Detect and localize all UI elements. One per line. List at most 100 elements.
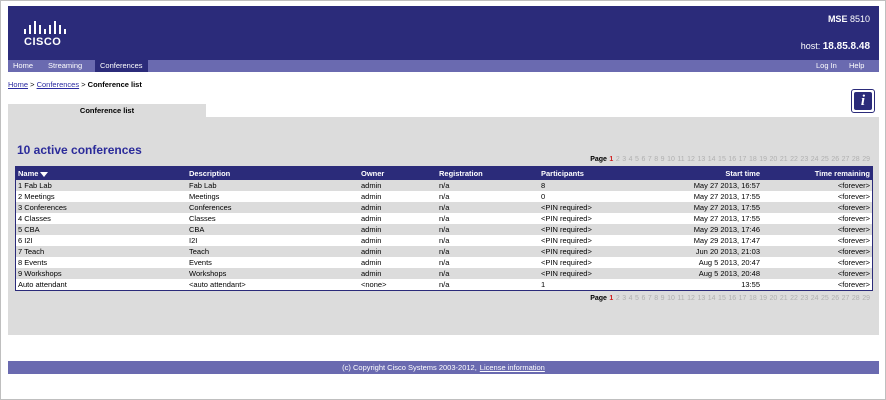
cell-name[interactable]: 6 I2I <box>18 235 33 246</box>
pager-page-link[interactable]: 29 <box>862 295 870 302</box>
pager-page-link[interactable]: 27 <box>842 156 850 163</box>
pager-page-link[interactable]: 21 <box>780 156 788 163</box>
pager-page-link[interactable]: 3 <box>622 156 626 163</box>
column-header-owner[interactable]: Owner <box>361 167 384 180</box>
pager-page-link[interactable]: 15 <box>718 295 726 302</box>
info-icon[interactable]: i <box>851 89 875 113</box>
cell-participants: 0 <box>541 192 546 201</box>
pager-page-link[interactable]: 20 <box>770 295 778 302</box>
nav-conferences[interactable]: Conferences <box>95 60 148 72</box>
pager-page-link[interactable]: 22 <box>790 295 798 302</box>
pager-page-link[interactable]: 15 <box>718 156 726 163</box>
pager-page-link[interactable]: 9 <box>661 156 665 163</box>
pager-page-link[interactable]: 4 <box>629 156 633 163</box>
pager-page-link[interactable]: 11 <box>677 156 684 163</box>
column-header-name[interactable]: Name <box>18 167 49 180</box>
pager-page-link[interactable]: 16 <box>728 156 736 163</box>
nav-home[interactable]: Home <box>8 60 38 72</box>
pager-page-link[interactable]: 28 <box>852 156 860 163</box>
cell-participants: 1 <box>541 280 546 289</box>
cell-description: Conferences <box>189 203 232 212</box>
pager-page-link[interactable]: 14 <box>708 156 716 163</box>
pager-page-link[interactable]: 9 <box>661 295 665 302</box>
pager-page-link[interactable]: 23 <box>800 295 808 302</box>
pager-page-link[interactable]: 10 <box>667 156 675 163</box>
cell-start-time: May 27 2013, 16:57 <box>693 181 760 190</box>
pager-page-link[interactable]: 29 <box>862 156 870 163</box>
pager-page-link[interactable]: 7 <box>648 295 652 302</box>
pager-page-link[interactable]: 16 <box>728 295 736 302</box>
cell-name[interactable]: 1 Fab Lab <box>18 180 52 191</box>
pager-page-link[interactable]: 26 <box>831 156 839 163</box>
pager-page-link[interactable]: 5 <box>635 295 639 302</box>
cell-name[interactable]: 4 Classes <box>18 213 51 224</box>
breadcrumb-conferences[interactable]: Conferences <box>37 80 80 89</box>
pager-page-link[interactable]: 26 <box>831 295 839 302</box>
cisco-bars-icon <box>22 20 72 34</box>
pager-page-link[interactable]: 25 <box>821 295 829 302</box>
pager-page-link[interactable]: 6 <box>641 295 645 302</box>
pager-page-link[interactable]: 2 <box>616 295 620 302</box>
cell-name[interactable]: 2 Meetings <box>18 191 55 202</box>
cell-name[interactable]: 5 CBA <box>18 224 40 235</box>
pager-page-link[interactable]: 4 <box>629 295 633 302</box>
pager-page-link[interactable]: 12 <box>687 156 695 163</box>
cell-registration: n/a <box>439 236 450 245</box>
pager-page-link[interactable]: 2 <box>616 156 620 163</box>
pager-page-link[interactable]: 17 <box>739 156 747 163</box>
cell-name[interactable]: 7 Teach <box>18 246 44 257</box>
cell-registration: n/a <box>439 280 450 289</box>
pager-page-link[interactable]: 17 <box>739 295 747 302</box>
pager-page-link[interactable]: 25 <box>821 156 829 163</box>
cell-time-remaining: <forever> <box>837 225 870 234</box>
pager-page-link[interactable]: 28 <box>852 295 860 302</box>
header-banner: CISCO MSE 8510 host: 18.85.8.48 <box>8 6 879 60</box>
cell-name[interactable]: 9 Workshops <box>18 268 62 279</box>
pager-page-link[interactable]: 20 <box>770 156 778 163</box>
nav-help[interactable]: Help <box>844 60 869 72</box>
pager-page-link[interactable]: 11 <box>677 295 684 302</box>
pager-page-link[interactable]: 1 <box>609 295 613 302</box>
column-header-start-time[interactable]: Start time <box>725 167 760 180</box>
column-header-participants[interactable]: Participants <box>541 167 584 180</box>
pager-page-link[interactable]: 5 <box>635 156 639 163</box>
pager-page-link[interactable]: 10 <box>667 295 675 302</box>
pager-page-link[interactable]: 13 <box>697 156 705 163</box>
pager-page-link[interactable]: 24 <box>811 156 819 163</box>
cell-time-remaining: <forever> <box>837 192 870 201</box>
nav-log-in[interactable]: Log In <box>811 60 842 72</box>
pager-page-link[interactable]: 7 <box>648 156 652 163</box>
pager-page-link[interactable]: 8 <box>654 295 658 302</box>
pager-page-link[interactable]: 13 <box>697 295 705 302</box>
cell-name[interactable]: 3 Conferences <box>18 202 67 213</box>
cell-name[interactable]: Auto attendant <box>18 279 67 290</box>
tab-conference-list[interactable]: Conference list <box>8 104 206 117</box>
pager-page-link[interactable]: 23 <box>800 156 808 163</box>
pager-page-link[interactable]: 21 <box>780 295 788 302</box>
pager-page-link[interactable]: 12 <box>687 295 695 302</box>
pager-page-link[interactable]: 19 <box>759 156 767 163</box>
license-link[interactable]: License information <box>480 363 545 372</box>
pager-page-link[interactable]: 8 <box>654 156 658 163</box>
pager-page-link[interactable]: 24 <box>811 295 819 302</box>
breadcrumb-home[interactable]: Home <box>8 80 28 89</box>
nav-streaming[interactable]: Streaming <box>43 60 87 72</box>
pager-page-link[interactable]: 3 <box>622 295 626 302</box>
pager-page-link[interactable]: 1 <box>609 156 613 163</box>
pager-page-link[interactable]: 22 <box>790 156 798 163</box>
column-header-description[interactable]: Description <box>189 167 230 180</box>
pager-page-link[interactable]: 19 <box>759 295 767 302</box>
pager-page-link[interactable]: 18 <box>749 295 757 302</box>
column-header-time-remaining[interactable]: Time remaining <box>815 167 870 180</box>
pager-page-link[interactable]: 18 <box>749 156 757 163</box>
pager-page-link[interactable]: 14 <box>708 295 716 302</box>
pager-page-link[interactable]: 6 <box>641 156 645 163</box>
device-model-name: MSE <box>827 14 848 24</box>
cell-description: <auto attendant> <box>189 280 246 289</box>
column-header-registration[interactable]: Registration <box>439 167 483 180</box>
table-row: 5 CBA CBA admin n/a <PIN required> May 29 201… <box>16 224 872 235</box>
cell-description: Meetings <box>189 192 220 201</box>
cell-name[interactable]: 8 Events <box>18 257 47 268</box>
table-row: 4 Classes Classes admin n/a <PIN required> Ma… <box>16 213 872 224</box>
pager-page-link[interactable]: 27 <box>842 295 850 302</box>
